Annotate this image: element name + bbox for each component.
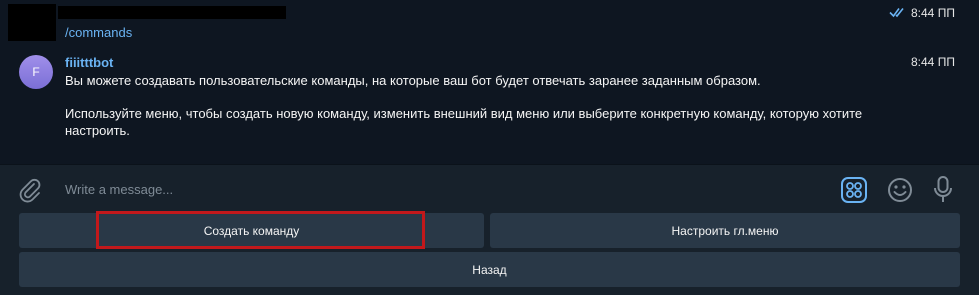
microphone-icon[interactable] [932, 175, 954, 205]
sender-name[interactable]: fiiitttbot [65, 55, 113, 70]
configure-menu-button[interactable]: Настроить гл.меню [490, 213, 960, 248]
back-button[interactable]: Назад [19, 252, 960, 287]
commands-link[interactable]: /commands [65, 25, 132, 40]
bot-avatar[interactable]: F [19, 55, 53, 89]
bot-commands-icon[interactable] [840, 176, 868, 204]
message-paragraph-2: Используйте меню, чтобы создать новую ко… [65, 106, 863, 138]
message-paragraph-1: Вы можете создавать пользовательские ком… [65, 73, 761, 88]
redacted-avatar [8, 4, 56, 41]
chat-area: /commands 8:44 ПП F fiiitttbot 8:44 ПП В… [0, 0, 979, 164]
bot-message-time: 8:44 ПП [911, 55, 955, 69]
redacted-sender-name [58, 6, 286, 19]
paperclip-icon[interactable] [17, 177, 43, 203]
back-label: Назад [472, 262, 507, 277]
message-input[interactable]: Write a message... [65, 182, 173, 197]
message-composer: Write a message... [0, 165, 979, 211]
configure-menu-label: Настроить гл.меню [671, 223, 779, 238]
avatar-letter: F [32, 65, 40, 79]
emoji-icon[interactable] [886, 176, 914, 204]
read-checkmark-icon [889, 8, 904, 18]
message-time: 8:44 ПП [911, 6, 955, 20]
highlight-box [96, 211, 425, 249]
